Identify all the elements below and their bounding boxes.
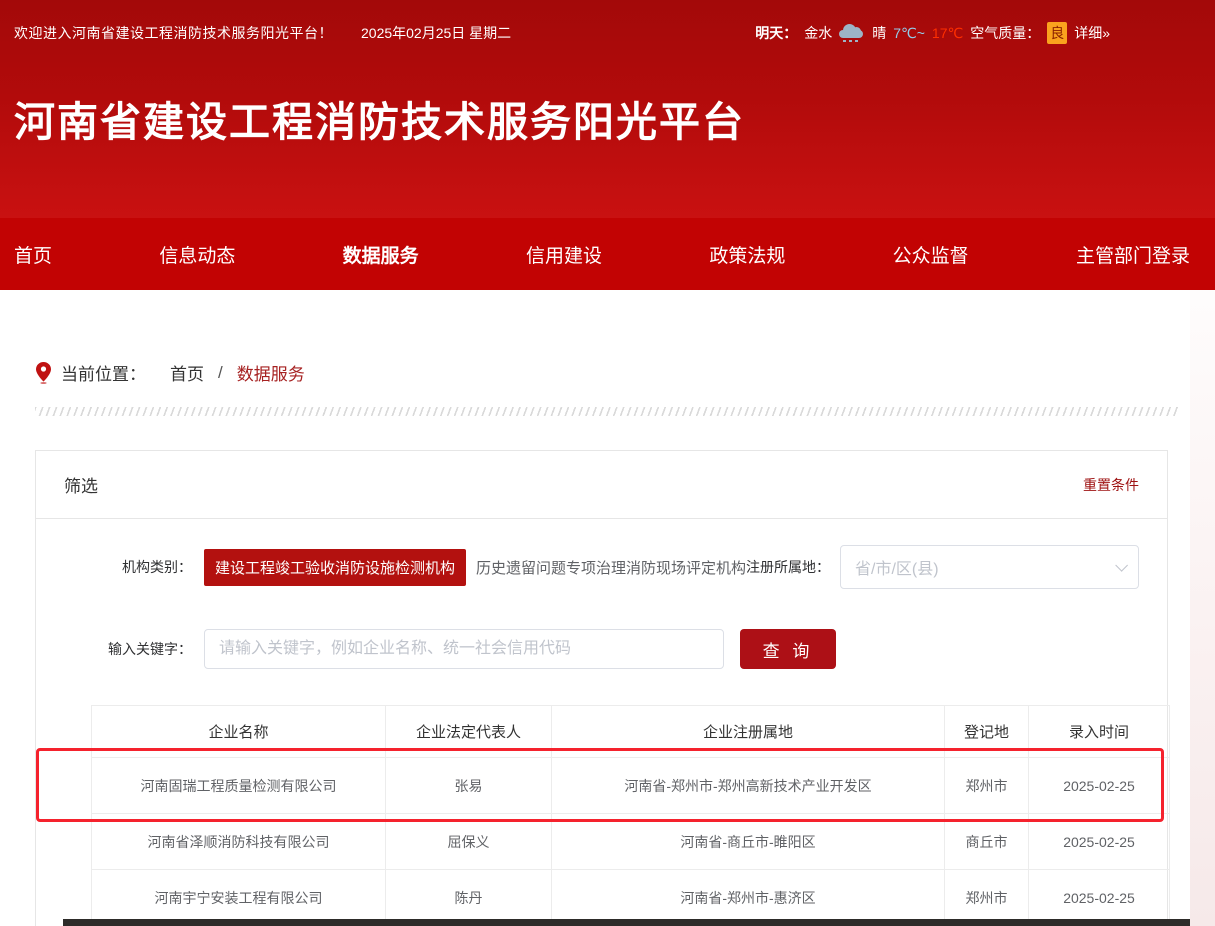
nav-item-supervision[interactable]: 公众监督 bbox=[893, 241, 969, 268]
temp-low: 7℃~ bbox=[893, 25, 925, 42]
table-header-row: 企业名称 企业法定代表人 企业注册属地 登记地 录入时间 bbox=[92, 706, 1170, 758]
cell-legal-rep: 张易 bbox=[386, 758, 552, 814]
weather-tomorrow-label: 明天： bbox=[755, 23, 797, 43]
table-row[interactable]: 河南宇宁安装工程有限公司 陈丹 河南省-郑州市-惠济区 郑州市 2025-02-… bbox=[92, 870, 1170, 926]
cell-company: 河南固瑞工程质量检测有限公司 bbox=[92, 758, 386, 814]
nav-item-admin-login[interactable]: 主管部门登录 bbox=[1076, 241, 1190, 268]
date-text: 2025年02月25日 星期二 bbox=[361, 23, 511, 43]
table-row[interactable]: 河南固瑞工程质量检测有限公司 张易 河南省-郑州市-郑州高新技术产业开发区 郑州… bbox=[92, 758, 1170, 814]
temp-high: 17℃ bbox=[932, 25, 963, 42]
nav-item-news[interactable]: 信息动态 bbox=[159, 241, 235, 268]
cell-registry-city: 郑州市 bbox=[945, 870, 1029, 926]
category-option-selected[interactable]: 建设工程竣工验收消防设施检测机构 bbox=[204, 549, 466, 586]
topbar: 欢迎进入河南省建设工程消防技术服务阳光平台！ 2025年02月25日 星期二 明… bbox=[0, 0, 1215, 44]
cell-registered-region: 河南省-郑州市-郑州高新技术产业开发区 bbox=[552, 758, 945, 814]
slash-divider bbox=[35, 407, 1180, 416]
cell-entry-date: 2025-02-25 bbox=[1029, 814, 1170, 870]
filter-title: 筛选 bbox=[64, 472, 98, 497]
category-option-unselected[interactable]: 历史遗留问题专项治理消防现场评定机构 bbox=[476, 557, 746, 578]
air-quality-badge: 良 bbox=[1047, 22, 1067, 44]
cell-entry-date: 2025-02-25 bbox=[1029, 870, 1170, 926]
breadcrumb-current[interactable]: 数据服务 bbox=[237, 360, 305, 385]
cell-registry-city: 郑州市 bbox=[945, 758, 1029, 814]
breadcrumb: 当前位置： 首页 / 数据服务 bbox=[36, 360, 1215, 385]
cell-company: 河南宇宁安装工程有限公司 bbox=[92, 870, 386, 926]
chevron-down-icon bbox=[1115, 559, 1128, 572]
weather-condition: 晴 bbox=[872, 23, 886, 43]
col-header-registered-region: 企业注册属地 bbox=[552, 706, 945, 758]
filter-panel: 筛选 重置条件 机构类别： 建设工程竣工验收消防设施检测机构 历史遗留问题专项治… bbox=[35, 450, 1168, 926]
region-label: 注册所属地： bbox=[746, 557, 830, 577]
col-header-legal-rep: 企业法定代表人 bbox=[386, 706, 552, 758]
masthead: 欢迎进入河南省建设工程消防技术服务阳光平台！ 2025年02月25日 星期二 明… bbox=[0, 0, 1215, 218]
category-label: 机构类别： bbox=[64, 557, 192, 577]
cell-registered-region: 河南省-商丘市-睢阳区 bbox=[552, 814, 945, 870]
welcome-text: 欢迎进入河南省建设工程消防技术服务阳光平台！ bbox=[14, 23, 333, 43]
right-edge-gradient bbox=[1190, 290, 1215, 926]
page: 欢迎进入河南省建设工程消防技术服务阳光平台！ 2025年02月25日 星期二 明… bbox=[0, 0, 1215, 926]
breadcrumb-label: 当前位置： bbox=[61, 360, 146, 385]
reset-filters-link[interactable]: 重置条件 bbox=[1083, 475, 1139, 495]
cell-entry-date: 2025-02-25 bbox=[1029, 758, 1170, 814]
filter-panel-body: 机构类别： 建设工程竣工验收消防设施检测机构 历史遗留问题专项治理消防现场评定机… bbox=[36, 519, 1167, 926]
keyword-label: 输入关键字： bbox=[64, 639, 192, 659]
air-quality-label: 空气质量： bbox=[970, 23, 1040, 43]
region-select[interactable]: 省/市/区(县) bbox=[840, 545, 1139, 589]
table-row[interactable]: 河南省泽顺消防科技有限公司 屈保义 河南省-商丘市-睢阳区 商丘市 2025-0… bbox=[92, 814, 1170, 870]
breadcrumb-separator: / bbox=[218, 363, 223, 383]
nav-item-policy[interactable]: 政策法规 bbox=[709, 241, 785, 268]
cell-registry-city: 商丘市 bbox=[945, 814, 1029, 870]
weather-detail-link[interactable]: 详细» bbox=[1074, 23, 1110, 43]
main-nav: 首页 信息动态 数据服务 信用建设 政策法规 公众监督 主管部门登录 bbox=[0, 218, 1215, 290]
col-header-entry-date: 录入时间 bbox=[1029, 706, 1170, 758]
nav-item-data-service[interactable]: 数据服务 bbox=[343, 241, 419, 268]
filter-row-keyword: 输入关键字： 查 询 bbox=[64, 629, 1139, 669]
nav-item-home[interactable]: 首页 bbox=[14, 241, 52, 268]
location-pin-icon bbox=[36, 362, 51, 384]
nav-item-credit[interactable]: 信用建设 bbox=[526, 241, 602, 268]
weather-widget: 明天： 金水 晴 7℃~ 17℃ 空气质量： 良 详细» bbox=[755, 22, 1110, 44]
breadcrumb-home[interactable]: 首页 bbox=[170, 360, 204, 385]
cell-registered-region: 河南省-郑州市-惠济区 bbox=[552, 870, 945, 926]
cell-legal-rep: 屈保义 bbox=[386, 814, 552, 870]
col-header-registry-city: 登记地 bbox=[945, 706, 1029, 758]
filter-panel-header: 筛选 重置条件 bbox=[36, 451, 1167, 519]
cloud-icon bbox=[839, 24, 865, 42]
keyword-input[interactable] bbox=[204, 629, 724, 669]
weather-city: 金水 bbox=[804, 23, 832, 43]
results-table: 企业名称 企业法定代表人 企业注册属地 登记地 录入时间 河南固瑞工程质量检测有… bbox=[91, 705, 1170, 926]
cell-legal-rep: 陈丹 bbox=[386, 870, 552, 926]
region-select-placeholder: 省/市/区(县) bbox=[855, 555, 939, 579]
bottom-dark-bar bbox=[63, 919, 1190, 926]
cell-company: 河南省泽顺消防科技有限公司 bbox=[92, 814, 386, 870]
filter-row-category: 机构类别： 建设工程竣工验收消防设施检测机构 历史遗留问题专项治理消防现场评定机… bbox=[64, 545, 1139, 589]
col-header-company: 企业名称 bbox=[92, 706, 386, 758]
site-title: 河南省建设工程消防技术服务阳光平台 bbox=[0, 44, 1215, 148]
search-button[interactable]: 查 询 bbox=[740, 629, 836, 669]
